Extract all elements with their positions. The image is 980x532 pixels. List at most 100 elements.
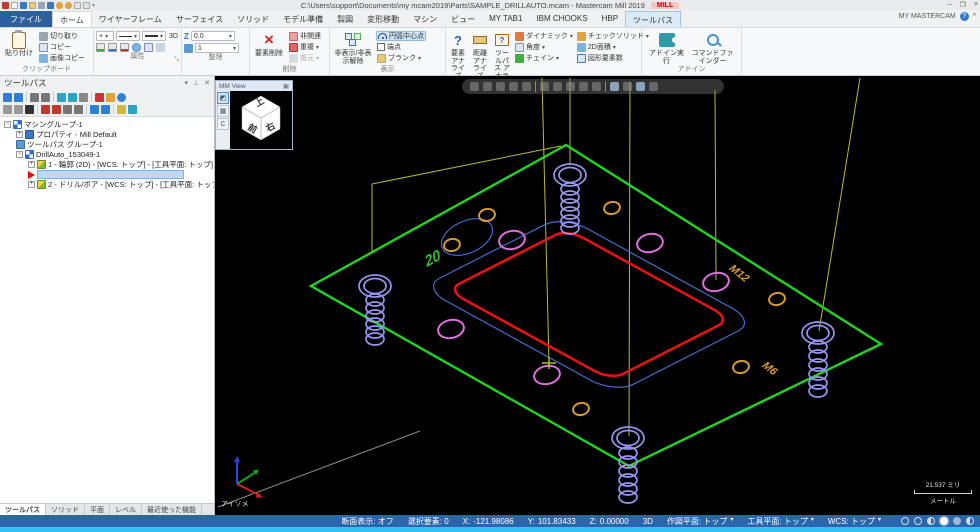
expand-icon[interactable]: + <box>28 181 35 188</box>
save-as-icon[interactable] <box>47 2 54 9</box>
view-cube-canvas[interactable]: 上 前 右 <box>230 91 292 149</box>
expand-icon[interactable]: + <box>16 131 23 138</box>
point-style-combo[interactable]: +▾ <box>96 31 114 41</box>
analyze-chain-button[interactable]: チェイン▾ <box>514 53 574 63</box>
tree-item-operation-2[interactable]: + 2 - ドリル/ボア - [WCS: トップ] - [工具平面: トップ] <box>0 180 214 189</box>
line-style-combo[interactable]: ▾ <box>116 31 140 41</box>
tab-levels-manager[interactable]: レベル <box>110 504 142 515</box>
tab-file[interactable]: ファイル <box>0 11 52 27</box>
save-icon[interactable] <box>20 2 27 9</box>
stock-boundary-green[interactable] <box>311 145 881 466</box>
delete-duplicates-button[interactable]: 重複▾ <box>288 42 322 52</box>
section-view-status[interactable]: 断面表示: オフ <box>341 516 393 527</box>
wireframe-color-icon[interactable] <box>96 43 105 52</box>
tree-item-properties[interactable]: + プロパティ - Mill Default <box>0 130 214 139</box>
move-down-icon[interactable] <box>41 105 50 114</box>
panel-menu-icon[interactable]: ▾ <box>185 79 189 87</box>
expand-icon[interactable]: + <box>28 161 35 168</box>
image-copy-button[interactable]: 画像コピー <box>38 53 86 63</box>
insert-arrow-icon[interactable] <box>63 105 72 114</box>
select-polygon-icon[interactable] <box>496 82 505 91</box>
new-file-icon[interactable] <box>11 2 18 9</box>
insert-arrow-marker-icon[interactable] <box>28 171 35 179</box>
contour-geometry-red[interactable] <box>447 229 731 380</box>
z-depth-combo[interactable]: 0.0▾ <box>191 31 235 41</box>
my-mastercam-link[interactable]: MY MASTERCAM <box>899 13 956 20</box>
holes-orange[interactable] <box>443 200 786 416</box>
graphics-viewport[interactable]: 20 M12 M6 <box>215 76 980 515</box>
help-icon[interactable]: ? <box>960 12 969 21</box>
only-post-selected-icon[interactable] <box>101 105 110 114</box>
regenerate-all-icon[interactable] <box>41 93 50 102</box>
select-invalid-operations-icon[interactable] <box>14 93 23 102</box>
minimize-button[interactable]: – <box>948 1 952 9</box>
panel-close-icon[interactable]: ✕ <box>204 79 210 87</box>
select-solid-icon[interactable] <box>566 82 575 91</box>
blank-button[interactable]: ブランク▾ <box>376 53 426 63</box>
tab-wireframe[interactable]: ワイヤーフレーム <box>92 11 169 27</box>
analyze-dynamic-button[interactable]: ダイナミック▾ <box>514 31 574 41</box>
tab-ibm-chooks[interactable]: IBM CHOOKS <box>529 11 594 27</box>
translucency-icon[interactable] <box>966 517 974 525</box>
grid-toggle-icon[interactable] <box>927 517 935 525</box>
level-combo[interactable]: 1▾ <box>195 43 239 53</box>
unzoom-icon[interactable] <box>83 2 90 9</box>
open-icon[interactable] <box>29 2 36 9</box>
print-icon[interactable] <box>38 2 45 9</box>
axes-mode-button[interactable]: ▦ <box>217 105 229 117</box>
select-single-icon[interactable] <box>509 82 518 91</box>
tplane-selector[interactable]: 工具平面: トップ▾ <box>747 516 813 527</box>
zoom-window-icon[interactable] <box>74 2 81 9</box>
insert-position-row[interactable] <box>0 170 214 179</box>
move-up-icon[interactable] <box>52 105 61 114</box>
tab-toolpaths-manager[interactable]: ツールパス <box>0 504 46 515</box>
tree-item-operation-1[interactable]: + 1 - 輪郭 (2D) - [WCS: トップ] - [工具平面: トップ] <box>0 160 214 169</box>
select-chain-icon[interactable] <box>522 82 531 91</box>
area-2d-button[interactable]: 2D面積▾ <box>576 42 650 52</box>
tab-my-tab[interactable]: MY TAB1 <box>482 11 529 27</box>
only-display-selected-icon[interactable] <box>90 105 99 114</box>
select-all-operations-icon[interactable] <box>3 93 12 102</box>
command-finder-button[interactable]: コマンドファインダー <box>689 29 737 65</box>
copy-button[interactable]: コピー <box>38 42 86 52</box>
toggle-post-icon[interactable] <box>25 105 34 114</box>
set-attributes-icon[interactable] <box>156 43 165 52</box>
select-all-icon[interactable] <box>623 82 632 91</box>
select-arrow-icon[interactable] <box>470 82 479 91</box>
delete-non-associative-button[interactable]: 非関連 <box>288 31 322 41</box>
attributes-dialog-launcher[interactable]: ⤡ <box>174 57 179 64</box>
view-cube-close-icon[interactable]: ▣ <box>283 82 289 90</box>
entity-count-button[interactable]: 図形要素数 <box>576 53 650 63</box>
analyze-angle-button[interactable]: 角度▾ <box>514 42 574 52</box>
tree-item-toolpath-group[interactable]: ツールパス グループ-1 <box>0 140 214 149</box>
lock-icon[interactable] <box>3 105 12 114</box>
toolpath-options-icon[interactable] <box>117 93 126 102</box>
collapse-icon[interactable]: − <box>4 121 11 128</box>
axes-toggle-icon[interactable] <box>914 517 922 525</box>
solid-color-icon[interactable] <box>120 43 129 52</box>
cad-canvas[interactable]: 20 M12 M6 <box>215 76 980 510</box>
paste-button[interactable]: 貼り付け <box>2 29 36 65</box>
endpoints-toggle[interactable]: 端点 <box>376 42 426 52</box>
select-body-icon[interactable] <box>592 82 601 91</box>
tab-machine[interactable]: マシン <box>406 11 444 27</box>
tab-drafting[interactable]: 製図 <box>330 11 360 27</box>
undelete-button[interactable]: 復元▾ <box>288 53 322 63</box>
tab-home[interactable]: ホーム <box>52 11 92 27</box>
undo-icon[interactable] <box>56 2 63 9</box>
tree-item-drillauto-group[interactable]: − DrillAuto_153049-1 <box>0 150 214 159</box>
tab-view[interactable]: ビュー <box>444 11 482 27</box>
ribbon-collapse-icon[interactable]: ^ <box>973 13 976 20</box>
tab-solids[interactable]: ソリッド <box>230 11 276 27</box>
backplot-icon[interactable] <box>57 93 66 102</box>
select-vertex-icon[interactable] <box>540 82 549 91</box>
check-solid-button[interactable]: チェックソリッド▾ <box>576 31 650 41</box>
tab-transform[interactable]: 変形移動 <box>360 11 406 27</box>
match-attributes-icon[interactable] <box>144 43 153 52</box>
tab-recent-functions[interactable]: 最近使った機能 <box>142 504 202 515</box>
2d3d-toggle[interactable]: 3D <box>168 31 179 41</box>
run-addin-button[interactable]: アドイン実行 <box>647 29 687 65</box>
cut-button[interactable]: 切り取り <box>38 31 86 41</box>
cube-mode-button[interactable]: ◩ <box>217 92 229 104</box>
cplane-selector[interactable]: 作図平面: トップ▾ <box>667 516 733 527</box>
